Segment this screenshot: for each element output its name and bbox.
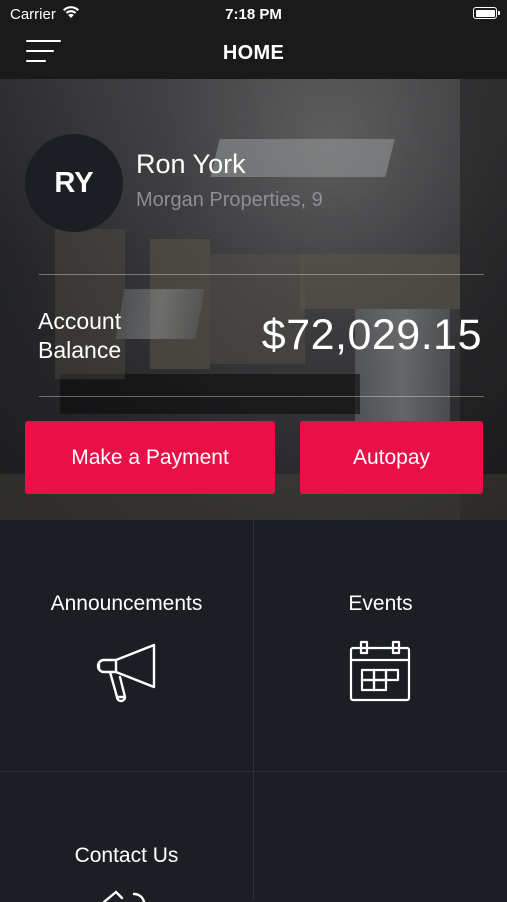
divider [39, 274, 484, 275]
nav-bar: HOME [0, 28, 507, 79]
contact-icon [102, 890, 146, 902]
autopay-button[interactable]: Autopay [300, 421, 483, 494]
page-title: HOME [222, 42, 285, 64]
tile-label: Contact Us [74, 844, 179, 867]
feature-grid: Announcements Events Contact Us [0, 520, 507, 902]
avatar-initials: RY [54, 166, 94, 199]
tile-label: Announcements [50, 592, 203, 615]
account-balance-label: Account Balance [38, 308, 122, 363]
account-balance-amount: $72,029.15 [261, 311, 482, 359]
property-name: Morgan Properties, 9 [136, 189, 323, 211]
battery-icon [473, 7, 500, 19]
empty-tile [254, 772, 507, 900]
resident-name: Ron York [136, 149, 246, 179]
clock: 7:18 PM [225, 6, 282, 23]
tile-label: Events [348, 592, 413, 615]
announcements-tile[interactable]: Announcements [0, 520, 253, 771]
contact-us-tile[interactable]: Contact Us [0, 772, 253, 902]
calendar-icon [349, 640, 411, 702]
avatar: RY [25, 134, 123, 232]
make-payment-button[interactable]: Make a Payment [25, 421, 275, 494]
divider [39, 396, 484, 397]
status-bar: Carrier 7:18 PM [0, 0, 507, 28]
megaphone-icon [96, 643, 156, 703]
events-tile[interactable]: Events [254, 520, 507, 771]
